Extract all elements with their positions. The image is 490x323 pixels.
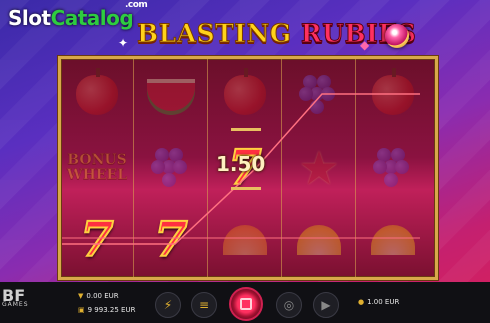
game-screen: SlotCatalog .com ✦ ◆ BLASTING RUBIES BON… <box>0 0 490 323</box>
provider-logo: BF GAMES <box>2 286 29 308</box>
trophy-icon: ▼ <box>78 292 84 300</box>
lightning-icon: ⚡ <box>163 298 173 312</box>
spin-button[interactable] <box>229 287 263 321</box>
bet-display: ● 1.00 EUR <box>358 298 400 306</box>
bet-button[interactable]: ◎ <box>276 292 302 318</box>
autoplay-button[interactable]: ▶ <box>313 292 339 318</box>
turbo-button[interactable]: ⚡ <box>155 292 181 318</box>
win-display: ▼ 0.00 EUR <box>78 292 119 300</box>
coins-icon: ◎ <box>283 298 295 312</box>
wallet-icon: ▣ <box>78 306 85 314</box>
balance-display: ▣ 9 993.25 EUR <box>78 306 136 314</box>
menu-icon: ≡ <box>198 298 210 312</box>
coin-stack-icon: ● <box>358 298 365 306</box>
menu-button[interactable]: ≡ <box>191 292 217 318</box>
play-icon: ▶ <box>321 298 331 312</box>
win-amount: 1.50 <box>216 152 266 176</box>
